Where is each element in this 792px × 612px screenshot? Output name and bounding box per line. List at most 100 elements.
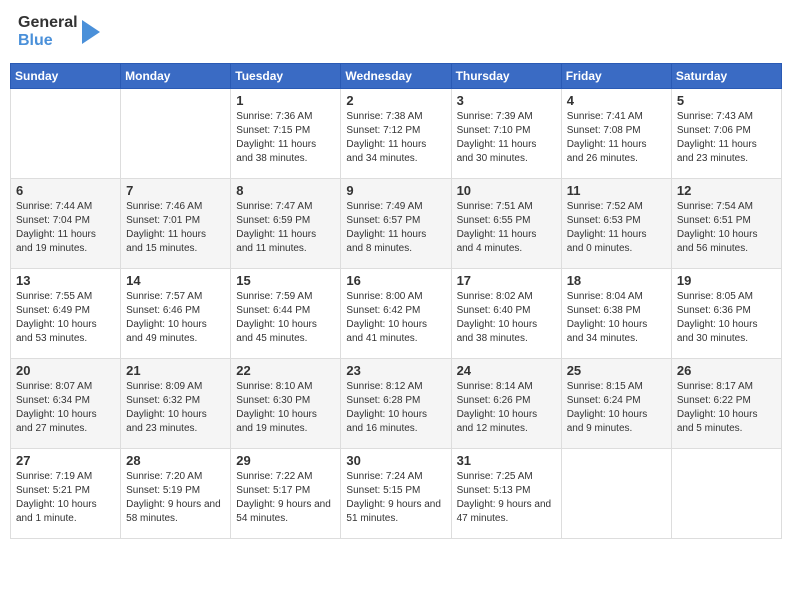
- calendar-cell-0-5: 4Sunrise: 7:41 AMSunset: 7:08 PMDaylight…: [561, 88, 671, 178]
- calendar-cell-1-4: 10Sunrise: 7:51 AMSunset: 6:55 PMDayligh…: [451, 178, 561, 268]
- day-number: 18: [567, 273, 666, 288]
- day-number: 7: [126, 183, 225, 198]
- calendar-cell-2-0: 13 Sunrise: 7:55 AMSunset: 6:49 PMDayligh…: [11, 268, 121, 358]
- calendar-cell-1-5: 11 Sunrise: 7:52 AMSunset: 6:53 PMDayligh…: [561, 178, 671, 268]
- day-info: Sunrise: 8:02 AMSunset: 6:40 PMDaylight:…: [457, 290, 556, 346]
- week-row-2: 6 Sunrise: 7:44 AMSunset: 7:04 PMDaylight…: [11, 178, 782, 268]
- day-info: Sunrise: 7:19 AMSunset: 5:21 PMDaylight:…: [16, 470, 115, 526]
- week-row-5: 27Sunrise: 7:19 AMSunset: 5:21 PMDayligh…: [11, 448, 782, 538]
- day-info: Sunrise: 7:25 AMSunset: 5:13 PMDaylight:…: [457, 470, 556, 526]
- day-number: 20: [16, 363, 115, 378]
- weekday-header-tuesday: Tuesday: [231, 63, 341, 88]
- calendar-cell-3-3: 23 Sunrise: 8:12 AMSunset: 6:28 PMDayligh…: [341, 358, 451, 448]
- day-info: Sunrise: 8:10 AMSunset: 6:30 PMDaylight:…: [236, 380, 335, 436]
- calendar-cell-2-3: 16 Sunrise: 8:00 AMSunset: 6:42 PMDayligh…: [341, 268, 451, 358]
- calendar-cell-0-4: 3 Sunrise: 7:39 AMSunset: 7:10 PMDaylight…: [451, 88, 561, 178]
- calendar-cell-2-6: 19Sunrise: 8:05 AMSunset: 6:36 PMDayligh…: [671, 268, 781, 358]
- calendar-cell-2-5: 18 Sunrise: 8:04 AMSunset: 6:38 PMDayligh…: [561, 268, 671, 358]
- day-number: 13: [16, 273, 115, 288]
- day-info: Sunrise: 7:44 AMSunset: 7:04 PMDaylight:…: [16, 200, 115, 256]
- day-info: Sunrise: 8:04 AMSunset: 6:38 PMDaylight:…: [567, 290, 666, 346]
- calendar-cell-0-1: [121, 88, 231, 178]
- day-number: 11: [567, 183, 666, 198]
- logo-arrow-icon: [80, 18, 102, 46]
- day-info: Sunrise: 8:17 AMSunset: 6:22 PMDaylight:…: [677, 380, 776, 436]
- calendar-table: SundayMondayTuesdayWednesdayThursdayFrid…: [10, 63, 782, 539]
- weekday-header-row: SundayMondayTuesdayWednesdayThursdayFrid…: [11, 63, 782, 88]
- calendar-cell-1-0: 6 Sunrise: 7:44 AMSunset: 7:04 PMDaylight…: [11, 178, 121, 268]
- calendar-cell-0-3: 2 Sunrise: 7:38 AMSunset: 7:12 PMDaylight…: [341, 88, 451, 178]
- week-row-4: 20 Sunrise: 8:07 AMSunset: 6:34 PMDayligh…: [11, 358, 782, 448]
- day-info: Sunrise: 8:00 AMSunset: 6:42 PMDaylight:…: [346, 290, 445, 346]
- calendar-cell-4-3: 30 Sunrise: 7:24 AMSunset: 5:15 PMDayligh…: [341, 448, 451, 538]
- day-info: Sunrise: 8:07 AMSunset: 6:34 PMDaylight:…: [16, 380, 115, 436]
- calendar-cell-4-4: 31 Sunrise: 7:25 AMSunset: 5:13 PMDayligh…: [451, 448, 561, 538]
- calendar-cell-1-1: 7Sunrise: 7:46 AMSunset: 7:01 PMDaylight…: [121, 178, 231, 268]
- day-info: Sunrise: 8:14 AMSunset: 6:26 PMDaylight:…: [457, 380, 556, 436]
- calendar-cell-2-1: 14Sunrise: 7:57 AMSunset: 6:46 PMDayligh…: [121, 268, 231, 358]
- calendar-cell-3-0: 20 Sunrise: 8:07 AMSunset: 6:34 PMDayligh…: [11, 358, 121, 448]
- day-info: Sunrise: 7:39 AMSunset: 7:10 PMDaylight:…: [457, 110, 556, 166]
- day-number: 2: [346, 93, 445, 108]
- calendar-cell-4-2: 29 Sunrise: 7:22 AMSunset: 5:17 PMDayligh…: [231, 448, 341, 538]
- day-number: 10: [457, 183, 556, 198]
- day-info: Sunrise: 7:22 AMSunset: 5:17 PMDaylight:…: [236, 470, 335, 526]
- day-number: 3: [457, 93, 556, 108]
- day-info: Sunrise: 7:57 AMSunset: 6:46 PMDaylight:…: [126, 290, 225, 346]
- calendar-cell-4-1: 28 Sunrise: 7:20 AMSunset: 5:19 PMDayligh…: [121, 448, 231, 538]
- day-info: Sunrise: 7:47 AMSunset: 6:59 PMDaylight:…: [236, 200, 335, 256]
- day-number: 28: [126, 453, 225, 468]
- day-number: 8: [236, 183, 335, 198]
- day-number: 9: [346, 183, 445, 198]
- calendar-cell-2-4: 17Sunrise: 8:02 AMSunset: 6:40 PMDayligh…: [451, 268, 561, 358]
- day-number: 5: [677, 93, 776, 108]
- day-number: 29: [236, 453, 335, 468]
- logo-general-text: General: [18, 14, 78, 32]
- page-header: General Blue: [10, 10, 782, 55]
- calendar-cell-1-6: 12 Sunrise: 7:54 AMSunset: 6:51 PMDayligh…: [671, 178, 781, 268]
- weekday-header-thursday: Thursday: [451, 63, 561, 88]
- day-number: 12: [677, 183, 776, 198]
- day-number: 30: [346, 453, 445, 468]
- day-info: Sunrise: 7:49 AMSunset: 6:57 PMDaylight:…: [346, 200, 445, 256]
- weekday-header-saturday: Saturday: [671, 63, 781, 88]
- weekday-header-wednesday: Wednesday: [341, 63, 451, 88]
- day-number: 31: [457, 453, 556, 468]
- calendar-cell-4-6: [671, 448, 781, 538]
- calendar-cell-3-1: 21 Sunrise: 8:09 AMSunset: 6:32 PMDayligh…: [121, 358, 231, 448]
- day-info: Sunrise: 7:41 AMSunset: 7:08 PMDaylight:…: [567, 110, 666, 166]
- day-info: Sunrise: 7:24 AMSunset: 5:15 PMDaylight:…: [346, 470, 445, 526]
- calendar-cell-2-2: 15Sunrise: 7:59 AMSunset: 6:44 PMDayligh…: [231, 268, 341, 358]
- calendar-cell-3-2: 22Sunrise: 8:10 AMSunset: 6:30 PMDayligh…: [231, 358, 341, 448]
- calendar-cell-4-0: 27Sunrise: 7:19 AMSunset: 5:21 PMDayligh…: [11, 448, 121, 538]
- day-info: Sunrise: 8:05 AMSunset: 6:36 PMDaylight:…: [677, 290, 776, 346]
- day-number: 23: [346, 363, 445, 378]
- day-number: 16: [346, 273, 445, 288]
- calendar-cell-0-0: [11, 88, 121, 178]
- day-number: 21: [126, 363, 225, 378]
- day-number: 6: [16, 183, 115, 198]
- week-row-3: 13 Sunrise: 7:55 AMSunset: 6:49 PMDayligh…: [11, 268, 782, 358]
- calendar-cell-0-2: 1 Sunrise: 7:36 AMSunset: 7:15 PMDaylight…: [231, 88, 341, 178]
- calendar-cell-3-5: 25Sunrise: 8:15 AMSunset: 6:24 PMDayligh…: [561, 358, 671, 448]
- logo-blue-text: Blue: [18, 32, 78, 50]
- day-info: Sunrise: 7:59 AMSunset: 6:44 PMDaylight:…: [236, 290, 335, 346]
- day-info: Sunrise: 8:09 AMSunset: 6:32 PMDaylight:…: [126, 380, 225, 436]
- day-info: Sunrise: 8:12 AMSunset: 6:28 PMDaylight:…: [346, 380, 445, 436]
- day-info: Sunrise: 7:36 AMSunset: 7:15 PMDaylight:…: [236, 110, 335, 166]
- day-info: Sunrise: 7:38 AMSunset: 7:12 PMDaylight:…: [346, 110, 445, 166]
- calendar-cell-1-2: 8 Sunrise: 7:47 AMSunset: 6:59 PMDaylight…: [231, 178, 341, 268]
- day-number: 1: [236, 93, 335, 108]
- day-number: 24: [457, 363, 556, 378]
- day-info: Sunrise: 7:54 AMSunset: 6:51 PMDaylight:…: [677, 200, 776, 256]
- day-number: 25: [567, 363, 666, 378]
- day-info: Sunrise: 7:55 AMSunset: 6:49 PMDaylight:…: [16, 290, 115, 346]
- calendar-cell-0-6: 5 Sunrise: 7:43 AMSunset: 7:06 PMDaylight…: [671, 88, 781, 178]
- day-info: Sunrise: 7:52 AMSunset: 6:53 PMDaylight:…: [567, 200, 666, 256]
- week-row-1: 1 Sunrise: 7:36 AMSunset: 7:15 PMDaylight…: [11, 88, 782, 178]
- weekday-header-sunday: Sunday: [11, 63, 121, 88]
- weekday-header-monday: Monday: [121, 63, 231, 88]
- day-info: Sunrise: 7:20 AMSunset: 5:19 PMDaylight:…: [126, 470, 225, 526]
- calendar-cell-4-5: [561, 448, 671, 538]
- day-info: Sunrise: 7:43 AMSunset: 7:06 PMDaylight:…: [677, 110, 776, 166]
